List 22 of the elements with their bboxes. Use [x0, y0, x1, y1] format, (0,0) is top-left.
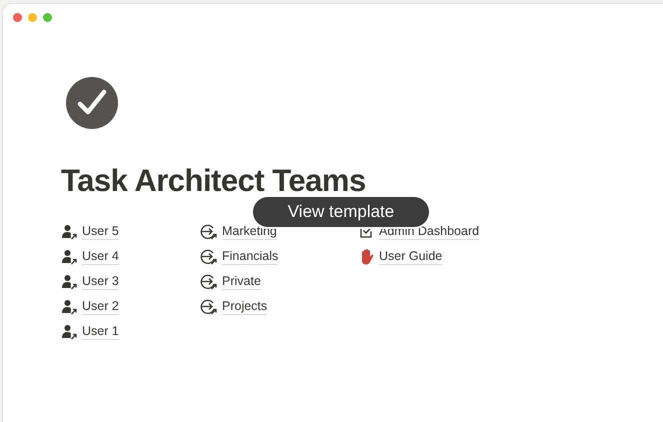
check-circle-icon [66, 77, 118, 129]
page-link[interactable]: Private [222, 273, 261, 290]
hand-icon [359, 248, 374, 265]
page-link[interactable]: User 3 [82, 273, 119, 290]
page-link[interactable]: User 1 [82, 323, 119, 340]
page-link[interactable]: User 2 [82, 298, 119, 315]
circle-arrow-icon [200, 223, 217, 240]
user-arrow-icon [61, 324, 77, 340]
circle-arrow-icon [200, 298, 217, 315]
user-arrow-icon [61, 248, 77, 264]
circle-arrow-icon [200, 273, 217, 290]
page-link[interactable]: Projects [222, 298, 268, 315]
user-arrow-icon [61, 298, 77, 314]
page-link[interactable]: User Guide [379, 248, 442, 265]
page-title: Task Architect Teams [61, 162, 367, 200]
page-link[interactable]: User 5 [82, 223, 119, 240]
view-template-tooltip[interactable]: View template [253, 197, 429, 227]
user-arrow-icon [61, 224, 77, 240]
page-link[interactable]: User 4 [82, 248, 119, 265]
circle-arrow-icon [200, 248, 217, 265]
page-link[interactable]: Financials [222, 248, 278, 265]
user-arrow-icon [61, 274, 77, 290]
